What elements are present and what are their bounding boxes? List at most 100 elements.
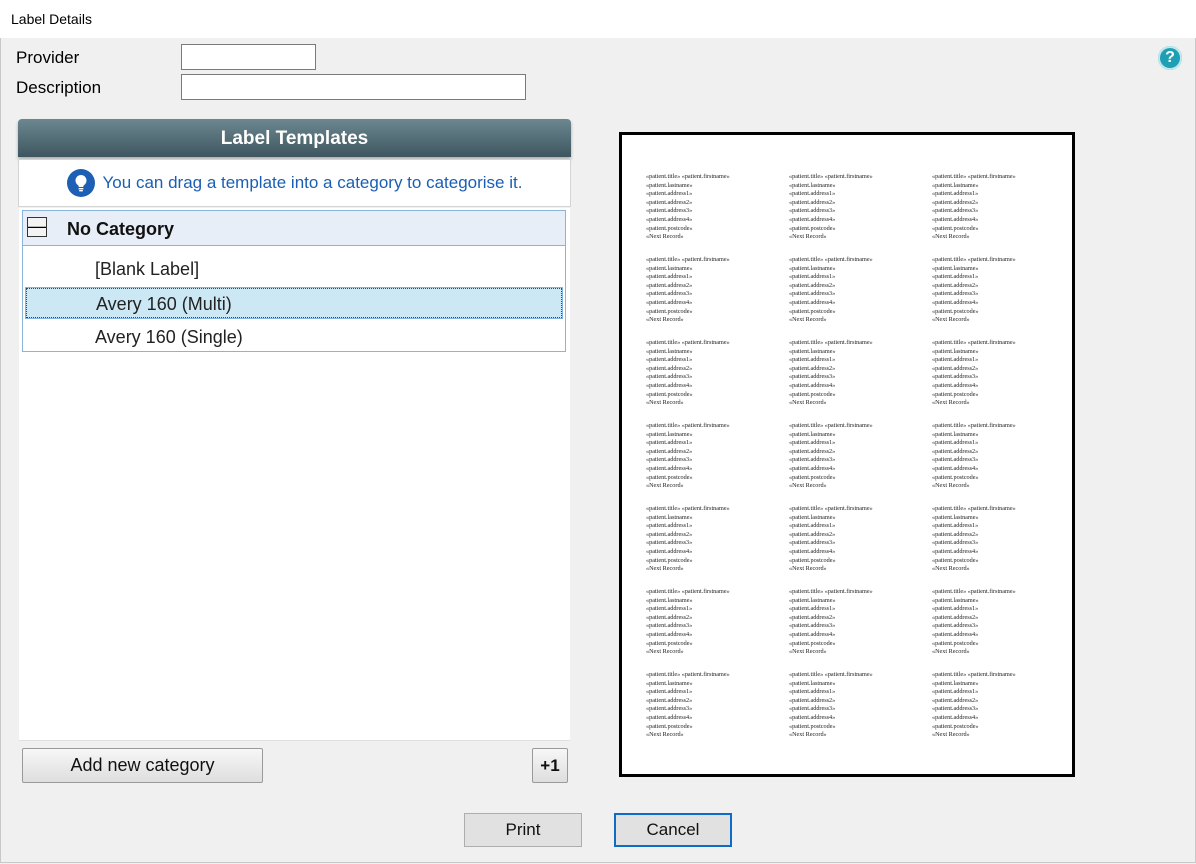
preview-label-line: «patient.address1» — [932, 688, 979, 696]
preview-label-line: «patient.address3» — [789, 539, 836, 547]
template-item-avery-160-single[interactable]: Avery 160 (Single) — [25, 321, 563, 353]
preview-label-line: «patient.postcode» — [646, 224, 693, 232]
template-item-blank-label[interactable]: [Blank Label] — [25, 253, 563, 285]
description-input[interactable] — [181, 74, 526, 100]
plus-one-button[interactable]: +1 — [532, 748, 568, 783]
preview-label-line: «Next Record» — [932, 565, 970, 573]
cancel-button[interactable]: Cancel — [614, 813, 732, 847]
preview-label-line: «patient.address2» — [932, 364, 979, 372]
preview-label-line: «patient.address4» — [789, 298, 836, 306]
preview-label-cell: «patient.title» «patient.firstname» «pati… — [932, 256, 1016, 325]
preview-label-line: «patient.lastname» — [646, 347, 693, 355]
drag-tip: You can drag a template into a category … — [18, 159, 571, 207]
preview-label-line: «patient.address1» — [932, 356, 979, 364]
preview-label-line: «patient.postcode» — [789, 722, 836, 730]
preview-label-line: «patient.address4» — [646, 713, 693, 721]
preview-label-line: «Next Record» — [932, 233, 970, 241]
preview-label-line: «patient.address4» — [789, 464, 836, 472]
preview-label-line: «patient.lastname» — [646, 264, 693, 272]
preview-label-line: «patient.address3» — [646, 290, 693, 298]
preview-label-line: «patient.lastname» — [932, 264, 979, 272]
preview-label-line: «Next Record» — [932, 316, 970, 324]
preview-label-line: «patient.title» «patient.firstname» — [646, 588, 730, 595]
preview-label-line: «patient.address1» — [932, 273, 979, 281]
preview-label-line: «patient.address2» — [646, 696, 693, 704]
preview-label-line: «patient.postcode» — [932, 639, 979, 647]
add-new-category-button[interactable]: Add new category — [22, 748, 263, 783]
preview-label-line: «patient.address4» — [646, 215, 693, 223]
preview-label-line: «patient.postcode» — [646, 639, 693, 647]
print-button[interactable]: Print — [464, 813, 582, 847]
category-header[interactable]: — No Category — [23, 211, 565, 246]
preview-label-line: «patient.postcode» — [932, 224, 979, 232]
label-templates-panel: Label Templates You can drag a template … — [18, 119, 571, 741]
preview-label-line: «patient.address3» — [646, 373, 693, 381]
preview-label-line: «patient.address3» — [932, 705, 979, 713]
preview-label-line: «patient.address2» — [789, 530, 836, 538]
template-item-avery-160-multi[interactable]: Avery 160 (Multi) — [25, 287, 563, 319]
preview-label-line: «patient.address3» — [646, 207, 693, 215]
preview-label-cell: «patient.title» «patient.firstname» «pati… — [789, 256, 873, 325]
help-icon[interactable]: ? — [1158, 46, 1182, 70]
preview-label-line: «patient.address2» — [789, 696, 836, 704]
preview-label-line: «patient.address4» — [789, 381, 836, 389]
preview-label-line: «patient.title» «patient.firstname» — [646, 256, 730, 263]
preview-label-line: «patient.postcode» — [646, 390, 693, 398]
preview-label-line: «patient.address4» — [646, 298, 693, 306]
preview-label-line: «patient.lastname» — [932, 430, 979, 438]
drag-tip-text: You can drag a template into a category … — [102, 173, 523, 192]
preview-label-line: «patient.title» «patient.firstname» — [932, 422, 1016, 429]
preview-label-line: «patient.address1» — [932, 439, 979, 447]
preview-label-line: «patient.lastname» — [646, 596, 693, 604]
preview-label-line: «patient.address4» — [932, 215, 979, 223]
preview-label-line: «Next Record» — [789, 482, 827, 490]
preview-label-line: «Next Record» — [789, 233, 827, 241]
preview-label-line: «patient.address2» — [646, 198, 693, 206]
preview-label-line: «patient.address3» — [932, 207, 979, 215]
preview-label-line: «patient.title» «patient.firstname» — [789, 422, 873, 429]
preview-label-line: «patient.lastname» — [932, 513, 979, 521]
preview-label-line: «patient.postcode» — [932, 556, 979, 564]
preview-label-line: «patient.address1» — [646, 439, 693, 447]
preview-label-line: «patient.title» «patient.firstname» — [932, 173, 1016, 180]
preview-label-line: «patient.lastname» — [646, 181, 693, 189]
preview-label-line: «Next Record» — [932, 482, 970, 490]
preview-label-line: «patient.lastname» — [646, 513, 693, 521]
preview-label-line: «patient.title» «patient.firstname» — [932, 339, 1016, 346]
preview-label-line: «patient.address3» — [932, 622, 979, 630]
description-label: Description — [16, 78, 102, 97]
preview-label-line: «Next Record» — [646, 648, 684, 656]
preview-label-line: «patient.lastname» — [932, 596, 979, 604]
preview-label-line: «patient.title» «patient.firstname» — [932, 671, 1016, 678]
preview-label-line: «patient.title» «patient.firstname» — [789, 173, 873, 180]
provider-input[interactable] — [181, 44, 316, 70]
preview-label-line: «patient.title» «patient.firstname» — [789, 339, 873, 346]
collapse-icon[interactable]: — — [27, 217, 47, 237]
preview-label-cell: «patient.title» «patient.firstname» «pati… — [646, 422, 730, 491]
preview-label-line: «patient.address2» — [646, 447, 693, 455]
preview-label-line: «Next Record» — [932, 648, 970, 656]
preview-label-line: «patient.address2» — [932, 696, 979, 704]
preview-label-line: «patient.address4» — [932, 381, 979, 389]
preview-label-line: «patient.title» «patient.firstname» — [932, 505, 1016, 512]
preview-label-line: «patient.lastname» — [932, 181, 979, 189]
preview-label-line: «patient.address3» — [932, 539, 979, 547]
preview-label-line: «Next Record» — [789, 399, 827, 407]
preview-label-cell: «patient.title» «patient.firstname» «pati… — [932, 173, 1016, 242]
preview-label-line: «Next Record» — [646, 316, 684, 324]
preview-label-line: «patient.lastname» — [932, 347, 979, 355]
preview-label-line: «Next Record» — [646, 482, 684, 490]
preview-label-line: «patient.address2» — [789, 613, 836, 621]
preview-label-line: «patient.address2» — [789, 281, 836, 289]
preview-label-line: «patient.postcode» — [932, 722, 979, 730]
preview-label-line: «patient.address3» — [789, 622, 836, 630]
preview-label-cell: «patient.title» «patient.firstname» «pati… — [932, 422, 1016, 491]
preview-label-line: «patient.address1» — [646, 605, 693, 613]
preview-label-line: «patient.address3» — [646, 705, 693, 713]
preview-label-line: «patient.title» «patient.firstname» — [789, 505, 873, 512]
template-tree: — No Category [Blank Label] Avery 160 (M… — [19, 208, 570, 741]
preview-label-line: «patient.address3» — [646, 539, 693, 547]
preview-label-line: «Next Record» — [789, 648, 827, 656]
preview-label-line: «patient.title» «patient.firstname» — [646, 505, 730, 512]
preview-label-line: «patient.lastname» — [932, 679, 979, 687]
